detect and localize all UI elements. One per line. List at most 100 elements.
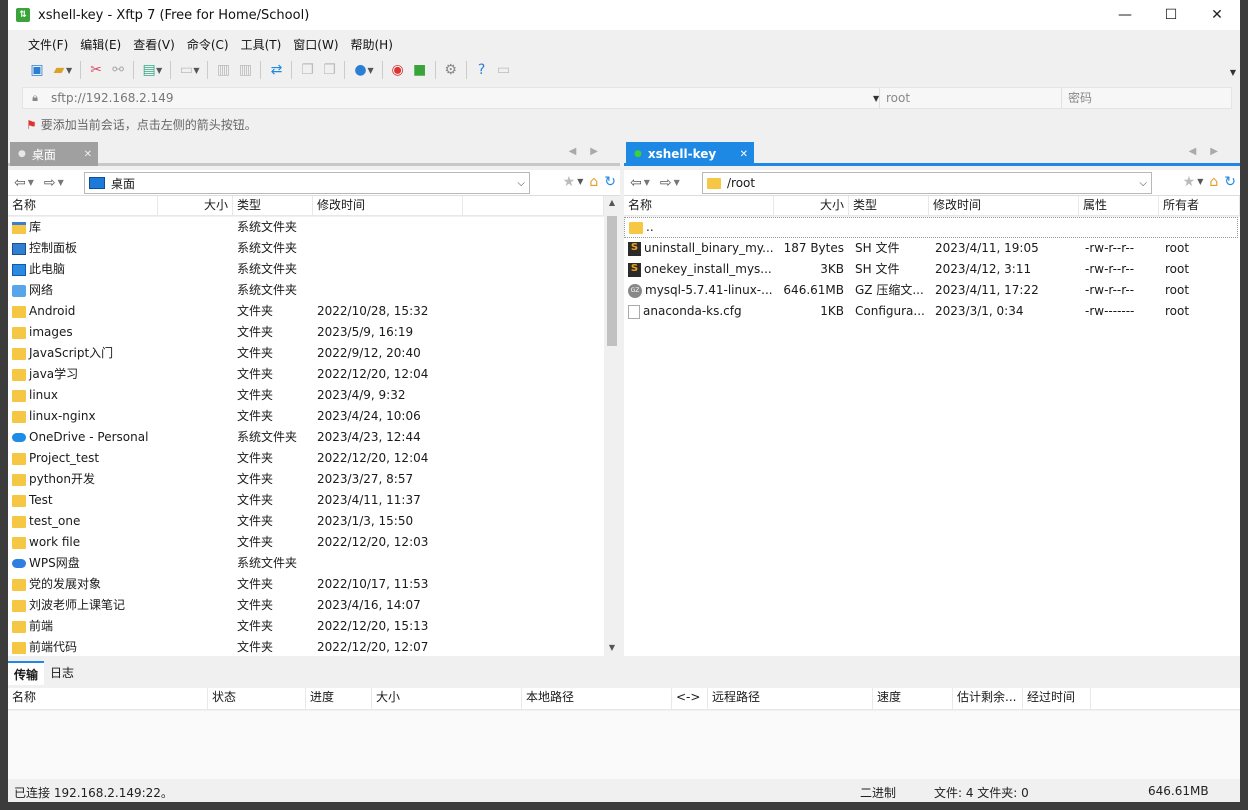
menu-window[interactable]: 窗口(W)	[287, 34, 344, 55]
scrollbar-thumb[interactable]	[607, 216, 617, 346]
list-item[interactable]: java学习 文件夹 2022/12/20, 12:04	[8, 364, 604, 385]
menu-view[interactable]: 查看(V)	[127, 34, 181, 55]
column-progress[interactable]: 进度	[306, 688, 372, 709]
list-item[interactable]: Project_test 文件夹 2022/12/20, 12:04	[8, 448, 604, 469]
column-name[interactable]: 名称	[8, 196, 158, 215]
list-item[interactable]: linux-nginx 文件夹 2023/4/24, 10:06	[8, 406, 604, 427]
menu-file[interactable]: 文件(F)	[22, 34, 74, 55]
list-item[interactable]: test_one 文件夹 2023/1/3, 15:50	[8, 511, 604, 532]
reconnect-icon[interactable]: ⚯	[107, 59, 129, 81]
chevron-down-icon[interactable]: ▼	[193, 66, 199, 75]
tab-scroll-arrows-icon[interactable]: ◀▶	[569, 146, 612, 157]
refresh-icon[interactable]: ↻	[1224, 174, 1236, 190]
column-type[interactable]: 类型	[233, 196, 313, 215]
menu-help[interactable]: 帮助(H)	[345, 34, 399, 55]
menu-tools[interactable]: 工具(T)	[235, 34, 288, 55]
column-modified[interactable]: 修改时间	[929, 196, 1079, 215]
column-size[interactable]: 大小	[158, 196, 233, 215]
username-field[interactable]: root	[879, 88, 1061, 108]
chevron-down-icon[interactable]: ▼	[644, 178, 650, 187]
gear-icon[interactable]: ⚙	[440, 59, 462, 81]
chat-icon[interactable]: ▭	[493, 59, 515, 81]
menu-edit[interactable]: 编辑(E)	[74, 34, 127, 55]
list-item[interactable]: OneDrive - Personal 系统文件夹 2023/4/23, 12:…	[8, 427, 604, 448]
tab-local-desktop[interactable]: ● 桌面 ✕	[10, 142, 98, 166]
column-size[interactable]: 大小	[774, 196, 849, 215]
list-item[interactable]: 网络 系统文件夹	[8, 280, 604, 301]
column-remote-path[interactable]: 远程路径	[708, 688, 873, 709]
chevron-down-icon[interactable]: ▼	[156, 66, 162, 75]
list-item[interactable]: linux 文件夹 2023/4/9, 9:32	[8, 385, 604, 406]
list-item[interactable]: Test 文件夹 2023/4/11, 11:37	[8, 490, 604, 511]
forward-arrow-icon[interactable]: ⇨	[44, 175, 56, 191]
forward-arrow-icon[interactable]: ⇨	[660, 175, 672, 191]
password-field[interactable]: 密码	[1061, 88, 1231, 108]
list-item[interactable]: 党的发展对象 文件夹 2022/10/17, 11:53	[8, 574, 604, 595]
chevron-down-icon[interactable]: ▼	[28, 178, 34, 187]
chevron-down-icon[interactable]: ▼	[674, 178, 680, 187]
list-item[interactable]: 控制面板 系统文件夹	[8, 238, 604, 259]
list-item[interactable]: 前端代码 文件夹 2022/12/20, 12:07	[8, 637, 604, 656]
list-item[interactable]: GZ mysql-5.7.41-linux-... 646.61MB GZ 压缩…	[624, 280, 1240, 301]
column-status[interactable]: 状态	[208, 688, 306, 709]
column-name[interactable]: 名称	[624, 196, 774, 215]
column-owner[interactable]: 所有者	[1159, 196, 1240, 215]
local-path-field[interactable]: 桌面 ⌵	[84, 172, 530, 194]
list-item[interactable]: 前端 文件夹 2022/12/20, 15:13	[8, 616, 604, 637]
list-item[interactable]: WPS网盘 系统文件夹	[8, 553, 604, 574]
close-tab-icon[interactable]: ✕	[740, 149, 748, 160]
remote-path-field[interactable]: /root ⌵	[702, 172, 1152, 194]
home-folder-icon[interactable]: ⌂	[589, 174, 598, 190]
star-icon[interactable]: ★	[563, 174, 576, 190]
list-item[interactable]: work file 文件夹 2022/12/20, 12:03	[8, 532, 604, 553]
close-button[interactable]: ✕	[1194, 0, 1240, 30]
chevron-down-icon[interactable]: ▼	[367, 66, 373, 75]
column-name[interactable]: 名称	[8, 688, 208, 709]
column-modified[interactable]: 修改时间	[313, 196, 463, 215]
chevron-down-icon[interactable]: ⌵	[1139, 178, 1147, 189]
list-item[interactable]: 此电脑 系统文件夹	[8, 259, 604, 280]
local-scrollbar[interactable]: ▲ ▼	[604, 196, 620, 656]
minimize-button[interactable]: —	[1102, 0, 1148, 30]
list-item[interactable]: images 文件夹 2023/5/9, 16:19	[8, 322, 604, 343]
list-item[interactable]: anaconda-ks.cfg 1KB Configura... 2023/3/…	[624, 301, 1240, 322]
column-attributes[interactable]: 属性	[1079, 196, 1159, 215]
toolbar-overflow-icon[interactable]: ▼	[1230, 68, 1236, 77]
tab-scroll-arrows-icon[interactable]: ◀▶	[1189, 146, 1232, 157]
chevron-down-icon[interactable]: ▼	[66, 66, 72, 75]
home-folder-icon[interactable]: ⌂	[1209, 174, 1218, 190]
scroll-down-icon[interactable]: ▼	[604, 643, 620, 652]
chevron-down-icon[interactable]: ▼	[577, 174, 583, 190]
column-remaining[interactable]: 估计剩余...	[953, 688, 1023, 709]
list-item[interactable]: S onekey_install_mys... 3KB SH 文件 2023/4…	[624, 259, 1240, 280]
list-item[interactable]: S uninstall_binary_my... 187 Bytes SH 文件…	[624, 238, 1240, 259]
paste-icon[interactable]: ❐	[318, 59, 340, 81]
chevron-down-icon[interactable]: ▼	[58, 178, 64, 187]
tab-transfers[interactable]: 传输	[8, 661, 45, 685]
tab-log[interactable]: 日志	[44, 661, 80, 685]
list-item[interactable]: 库 系统文件夹	[8, 217, 604, 238]
transfer-mode[interactable]: 二进制	[860, 784, 896, 801]
list-item[interactable]: Android 文件夹 2022/10/28, 15:32	[8, 301, 604, 322]
column-elapsed[interactable]: 经过时间	[1023, 688, 1091, 709]
column-direction[interactable]: <->	[672, 688, 708, 709]
column-speed[interactable]: 速度	[873, 688, 953, 709]
maximize-button[interactable]: ☐	[1148, 0, 1194, 30]
list-item[interactable]: 刘波老师上课笔记 文件夹 2023/4/16, 14:07	[8, 595, 604, 616]
menu-command[interactable]: 命令(C)	[181, 34, 235, 55]
scroll-up-icon[interactable]: ▲	[604, 198, 620, 207]
column-size[interactable]: 大小	[372, 688, 522, 709]
help-icon[interactable]: ?	[471, 59, 493, 81]
disconnect-icon[interactable]: ✂	[85, 59, 107, 81]
download-icon[interactable]: ▥	[234, 59, 256, 81]
xftp-icon[interactable]: ■	[409, 59, 431, 81]
list-item[interactable]: python开发 文件夹 2023/3/27, 8:57	[8, 469, 604, 490]
list-item[interactable]: JavaScript入门 文件夹 2022/9/12, 20:40	[8, 343, 604, 364]
upload-icon[interactable]: ▥	[212, 59, 234, 81]
chevron-down-icon[interactable]: ▼	[1197, 174, 1203, 190]
back-arrow-icon[interactable]: ⇦	[630, 175, 642, 191]
parent-dir-row[interactable]: ..	[624, 217, 1238, 238]
tab-remote-session[interactable]: ● xshell-key ✕	[626, 142, 754, 166]
close-tab-icon[interactable]: ✕	[84, 149, 92, 160]
chevron-down-icon[interactable]: ⌵	[517, 178, 525, 189]
